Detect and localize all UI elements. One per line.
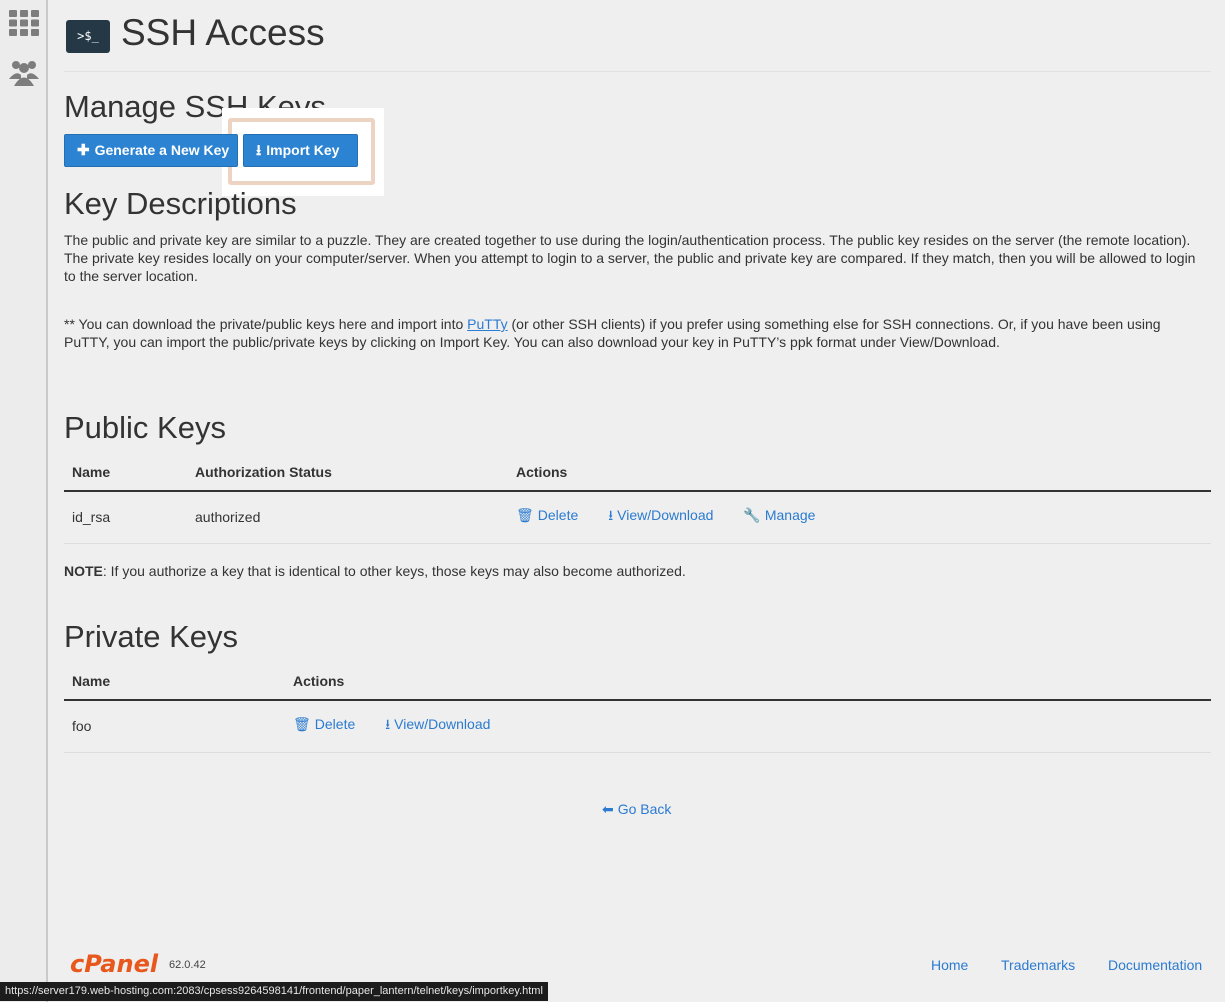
main-content: >$_ SSH Access Manage SSH Keys ✚ Generate… (64, 0, 1211, 1002)
manage-label: Manage (764, 507, 816, 524)
table-header-row: Name Actions (64, 662, 1211, 701)
plus-icon: ✚ (77, 142, 90, 159)
trash-icon: 🗑 (516, 507, 534, 524)
users-icon[interactable] (9, 57, 39, 87)
view-download-label: View/Download (617, 507, 714, 524)
page-title: SSH Access (121, 12, 325, 53)
page-header: >$_ SSH Access (64, 12, 1211, 72)
description-paragraph: The public and private key are similar t… (64, 232, 1196, 284)
view-download-link[interactable]: ⭳ View/Download (608, 505, 713, 529)
column-header: Actions (285, 662, 1211, 701)
cpanel-logo: cPanel (70, 950, 159, 978)
download-icon: ⭳ (385, 716, 391, 733)
apps-grid-icon[interactable] (9, 10, 39, 40)
go-back-link[interactable]: ⬅ Go Back (602, 801, 671, 818)
key-name: id_rsa (64, 491, 187, 544)
public-keys-heading: Public Keys (64, 410, 226, 445)
delete-link[interactable]: 🗑 Delete (293, 716, 355, 733)
table-row: foo 🗑 Delete ⭳ View/Download (64, 700, 1211, 753)
cpanel-version: 62.0.42 (169, 959, 206, 971)
manage-link[interactable]: 🔧 Manage (743, 507, 815, 524)
delete-label: Delete (314, 716, 356, 733)
generate-key-label: Generate a New Key (94, 142, 230, 158)
trash-icon: 🗑 (293, 716, 311, 733)
sidebar (0, 0, 48, 1002)
key-status: authorized (187, 491, 508, 544)
note-label: NOTE (64, 563, 103, 579)
footer-link-documentation[interactable]: Documentation (1108, 957, 1202, 973)
view-download-label: View/Download (394, 716, 491, 733)
go-back-label: Go Back (617, 801, 672, 817)
private-keys-heading: Private Keys (64, 619, 239, 654)
descriptions-heading: Key Descriptions (64, 186, 297, 221)
key-actions: 🗑 Delete ⭳ View/Download 🔧 Manage (508, 491, 1211, 544)
table-header-row: Name Authorization Status Actions (64, 453, 1211, 492)
note-text: : If you authorize a key that is identic… (102, 563, 686, 579)
private-keys-table: Name Actions foo 🗑 Delete ⭳ View/Download (64, 662, 1211, 753)
import-key-button[interactable]: ⭳ Import Key (243, 134, 358, 167)
putty-link[interactable]: PuTTy (467, 316, 507, 332)
delete-label: Delete (537, 507, 579, 524)
view-download-link[interactable]: ⭳ View/Download (385, 714, 490, 738)
table-row: id_rsa authorized 🗑 Delete ⭳ View/Download 🔧… (64, 491, 1211, 544)
import-icon: ⭳ (256, 142, 262, 159)
column-header: Authorization Status (187, 453, 508, 492)
wrench-icon: 🔧 (743, 507, 761, 524)
status-bar-url: https://server179.web-hosting.com:2083/c… (0, 982, 548, 1001)
column-header: Name (64, 453, 187, 492)
authorize-note: NOTE: If you authorize a key that is ide… (64, 563, 686, 579)
terminal-icon: >$_ (66, 20, 110, 53)
column-header: Actions (508, 453, 1211, 492)
key-name: foo (64, 700, 285, 753)
back-arrow-icon: ⬅ (602, 801, 614, 817)
footer-link-home[interactable]: Home (931, 957, 968, 973)
column-header: Name (64, 662, 285, 701)
putty-text-before: ** You can download the private/public k… (64, 316, 468, 332)
key-actions: 🗑 Delete ⭳ View/Download (285, 700, 1211, 753)
public-keys-table: Name Authorization Status Actions id_rsa… (64, 453, 1211, 544)
delete-link[interactable]: 🗑 Delete (516, 507, 578, 524)
footer-link-trademarks[interactable]: Trademarks (1001, 957, 1075, 973)
putty-paragraph: ** You can download the private/public k… (64, 315, 1204, 351)
generate-key-button[interactable]: ✚ Generate a New Key (64, 134, 238, 167)
import-key-label: Import Key (266, 142, 340, 158)
download-icon: ⭳ (608, 507, 614, 524)
